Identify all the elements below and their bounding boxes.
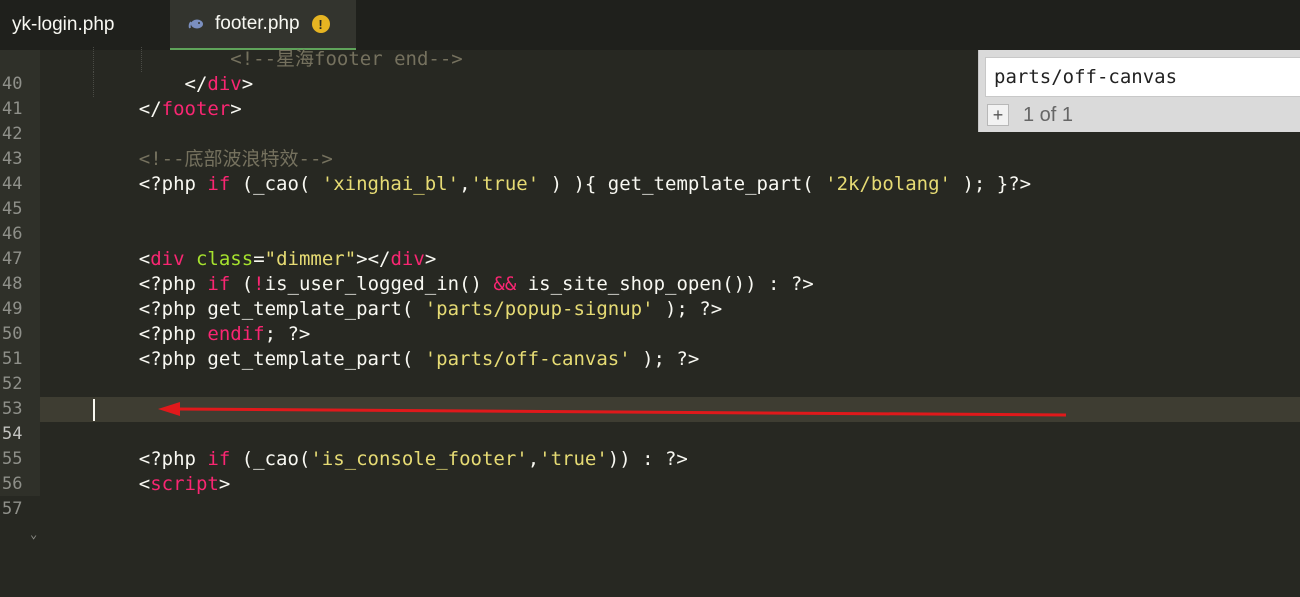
- text-caret: [93, 399, 95, 421]
- line-number: 50: [2, 324, 23, 344]
- code-line: 49 <?php if (!is_user_logged_in() && is_…: [2, 272, 1300, 319]
- tab-footer[interactable]: footer.php !: [170, 0, 356, 50]
- code-line: 55: [2, 422, 1300, 469]
- code-line: 57 ⌄ <script>: [2, 472, 1300, 541]
- code-line: 46: [2, 197, 1300, 244]
- line-number: 52: [2, 374, 23, 394]
- find-panel: parts/off-canvas + 1 of 1: [978, 50, 1300, 132]
- find-result-count: 1 of 1: [1023, 104, 1074, 126]
- tab-bar: yk-login.php footer.php !: [0, 0, 1300, 50]
- line-number: 44: [2, 174, 23, 194]
- line-number: 48: [2, 274, 23, 294]
- line-number: 47: [2, 249, 23, 269]
- unsaved-changes-icon: !: [311, 15, 330, 33]
- code-line: 56 <?php if (_cao('is_console_footer','t…: [2, 447, 1300, 494]
- line-number: 54: [2, 424, 23, 444]
- line-number: 49: [2, 299, 23, 319]
- line-number: 55: [2, 449, 23, 469]
- code-line: 47: [2, 222, 1300, 269]
- line-number: 56: [2, 474, 23, 494]
- find-input[interactable]: parts/off-canvas: [985, 57, 1300, 97]
- line-number: 41: [2, 99, 23, 119]
- code-line: 53: [2, 372, 1300, 419]
- code-line: 44 <!--底部波浪特效-->: [2, 147, 1300, 194]
- php-elephant-icon: [188, 19, 203, 29]
- code-line-active[interactable]: 54: [2, 397, 1300, 444]
- tab-yk-login[interactable]: yk-login.php: [0, 0, 170, 50]
- tab-label: yk-login.php: [12, 14, 115, 35]
- line-number: 45: [2, 199, 23, 219]
- code-line: 52 <?php get_template_part( 'parts/off-c…: [2, 347, 1300, 394]
- code-line: 45 <?php if (_cao( 'xinghai_bl','true' )…: [2, 172, 1300, 219]
- line-number: 57: [2, 499, 23, 519]
- line-number: 43: [2, 149, 23, 169]
- tab-label: footer.php: [215, 13, 300, 34]
- code-line: 50 <?php get_template_part( 'parts/popup…: [2, 297, 1300, 344]
- fold-arrow-icon[interactable]: ⌄: [30, 522, 37, 547]
- code-line: 48 <div class="dimmer"></div>: [2, 247, 1300, 294]
- find-options-button[interactable]: +: [987, 104, 1009, 126]
- line-number: 40: [2, 74, 23, 94]
- code-line: 51 <?php endif; ?>: [2, 322, 1300, 369]
- line-number: 53: [2, 399, 23, 419]
- line-number: 46: [2, 224, 23, 244]
- line-number: 51: [2, 349, 23, 369]
- line-number: 42: [2, 124, 23, 144]
